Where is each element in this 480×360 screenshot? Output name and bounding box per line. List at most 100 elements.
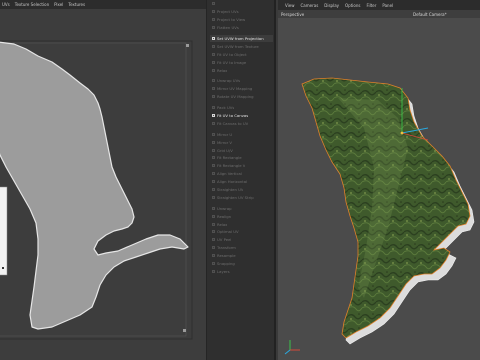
command-icon <box>212 18 215 22</box>
uv-command-label: Realign <box>217 213 232 219</box>
uv-command-label: Layers <box>217 268 230 274</box>
uv-command-item[interactable]: Snapping <box>210 260 273 268</box>
uv-command-item[interactable]: Flatten UVs <box>210 24 273 32</box>
axis-indicator-z <box>284 349 291 355</box>
uv-command-item[interactable]: UV Peel <box>210 236 273 244</box>
uv-command-label: Fit UV to Object <box>217 51 247 57</box>
uv-command-item[interactable]: Set UVW from Projection <box>210 34 273 43</box>
command-icon <box>212 87 215 91</box>
uv-command-label: UV Peel <box>217 237 232 243</box>
uv-command-item[interactable]: Pack UVs <box>210 104 273 112</box>
uv-command-item[interactable]: Unwrap UVs <box>210 77 273 85</box>
command-icon <box>212 68 215 72</box>
uv-command-item[interactable]: Fit Canvas to UV <box>210 119 273 127</box>
menu-uvs[interactable]: UVs <box>2 2 10 7</box>
uv-command-label: Project to View <box>217 17 246 23</box>
uv-command-label: Fit UV to Canvas <box>217 113 249 119</box>
uv-command-label: Transform <box>217 245 236 251</box>
command-icon <box>212 140 215 144</box>
menu-textures[interactable]: Textures <box>68 2 85 7</box>
uv-command-item[interactable]: Align Horizontal <box>210 178 273 186</box>
uv-command-item[interactable]: Relax <box>210 220 273 228</box>
command-icon <box>212 156 215 160</box>
uv-command-label: Rotate UV Mapping <box>217 94 254 100</box>
command-icon <box>212 2 215 6</box>
command-icon <box>212 222 215 226</box>
uv-editor-panel: UVs Texture Selection Pixel Textures <box>0 0 206 360</box>
uv-command-item[interactable]: Relax <box>210 66 273 74</box>
uv-command-item[interactable]: Optimal UV <box>210 228 273 236</box>
uv-command-label: Unwrap <box>217 205 232 211</box>
command-icon <box>212 254 215 258</box>
uv-command-item[interactable]: Fit UV to Canvas <box>210 112 273 120</box>
uv-command-item[interactable]: Mirror U <box>210 130 273 138</box>
menu-options[interactable]: Options <box>345 3 360 8</box>
command-icon <box>212 114 215 118</box>
uv-command-item[interactable]: Straighten UV Strip <box>210 193 273 201</box>
uv-command-item[interactable]: Grid U/V <box>210 146 273 154</box>
uv-map-drawing <box>0 40 193 340</box>
menu-filter[interactable]: Filter <box>366 3 376 8</box>
uv-command-item[interactable]: Project UVs <box>210 8 273 16</box>
command-icon <box>212 26 215 30</box>
viewport-panel: View Cameras Display Options Filter Pane… <box>278 0 480 360</box>
uv-command-label: Project UVs <box>217 9 239 15</box>
uv-command-item[interactable]: Straighten UV <box>210 186 273 194</box>
uv-command-label: Grid U/V <box>217 147 233 153</box>
uv-command-item[interactable]: Resample <box>210 252 273 260</box>
uv-command-item[interactable] <box>210 0 273 8</box>
uv-menubar: UVs Texture Selection Pixel Textures <box>0 0 206 9</box>
uv-command-item[interactable]: Mirror V <box>210 138 273 146</box>
uv-command-label: Snapping <box>217 261 235 267</box>
terrain-render <box>284 77 475 355</box>
uv-command-label: Mirror V <box>217 139 232 145</box>
menu-pixel[interactable]: Pixel <box>54 2 63 7</box>
command-icon <box>212 95 215 99</box>
uv-canvas[interactable] <box>0 9 206 360</box>
uv-command-item[interactable]: Fit Rectangle V <box>210 162 273 170</box>
uv-command-label: Mirror UV Mapping <box>217 86 253 92</box>
uv-command-label: Fit UV to Image <box>217 59 247 65</box>
menu-display[interactable]: Display <box>324 3 339 8</box>
uv-command-item[interactable]: Project to View <box>210 16 273 24</box>
uv-command-item[interactable]: Set UVW from Texture <box>210 42 273 50</box>
command-icon <box>212 132 215 136</box>
uv-command-label: Set UVW from Texture <box>217 43 259 49</box>
uv-command-list: Project UVs Project to View Flatten UVs Set… <box>210 0 273 275</box>
uv-command-palette: Project UVs Project to View Flatten UVs Set… <box>206 0 276 360</box>
uv-command-item[interactable]: Mirror UV Mapping <box>210 85 273 93</box>
uv-corner-handle <box>183 329 186 332</box>
uv-command-item[interactable]: Fit UV to Object <box>210 50 273 58</box>
viewport-canvas[interactable] <box>278 18 480 360</box>
uv-command-label: Optimal UV <box>217 229 239 235</box>
command-icon <box>212 121 215 125</box>
viewport-camera-label[interactable]: Default Camera* <box>413 12 447 17</box>
menu-cameras[interactable]: Cameras <box>301 3 319 8</box>
uv-texture-strip <box>0 186 8 276</box>
command-icon <box>212 269 215 273</box>
menu-panel[interactable]: Panel <box>382 3 393 8</box>
uv-command-item[interactable]: Unwrap <box>210 204 273 212</box>
uv-command-label: Fit Rectangle V <box>217 163 246 169</box>
viewport-header <box>278 10 480 18</box>
menu-view[interactable]: View <box>285 3 295 8</box>
menu-texture-selection[interactable]: Texture Selection <box>15 2 49 7</box>
uv-command-item[interactable]: Fit UV to Image <box>210 58 273 66</box>
command-icon <box>212 79 215 83</box>
viewport-menubar: View Cameras Display Options Filter Pane… <box>278 0 480 10</box>
uv-command-label: Unwrap UVs <box>217 78 241 84</box>
uv-command-item[interactable]: Align Vertical <box>210 170 273 178</box>
command-icon <box>212 148 215 152</box>
uv-command-item[interactable]: Layers <box>210 268 273 276</box>
command-icon <box>212 44 215 48</box>
uv-corner-handle <box>186 44 189 47</box>
uv-command-label: Set UVW from Projection <box>217 36 264 41</box>
uv-command-item[interactable]: Realign <box>210 212 273 220</box>
command-icon <box>212 60 215 64</box>
uv-command-item[interactable]: Transform <box>210 244 273 252</box>
gizmo-origin <box>400 131 404 135</box>
uv-command-label: Mirror U <box>217 131 233 137</box>
uv-command-item[interactable]: Fit Rectangle <box>210 154 273 162</box>
viewport-projection-label: Perspective <box>281 12 305 17</box>
uv-command-item[interactable]: Rotate UV Mapping <box>210 93 273 101</box>
